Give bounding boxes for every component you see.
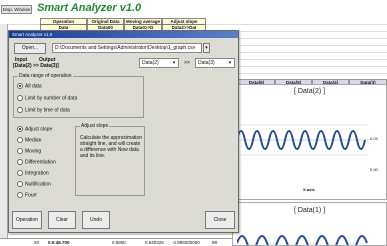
range-option-all[interactable]: All data [17, 83, 42, 89]
mapping-label: [Data(2) >> Data(3)] [13, 63, 59, 69]
cell-value: 88 [212, 240, 218, 245]
radio-icon [17, 170, 23, 176]
operation-option-moving[interactable]: Moving [17, 148, 41, 154]
range-option-number[interactable]: Limit by number of data [17, 95, 77, 101]
output-data-select-value: Data(3) [198, 60, 215, 66]
open-file-button[interactable]: Open... [14, 43, 46, 54]
dialog-title-bar[interactable]: Smart Analyzer v1.0 [9, 31, 238, 38]
cell-time: 0.0:46.700 [48, 240, 70, 245]
y-tick-label: 0.00 [370, 167, 378, 172]
adjust-slope-description: Calculate the approximation straight lin… [80, 135, 142, 159]
radio-icon [17, 148, 23, 154]
x-axis-label: X-axis [303, 187, 315, 192]
radio-icon [17, 126, 23, 132]
radio-icon [17, 192, 23, 198]
output-data-select[interactable]: Data(3) ▾ [195, 58, 235, 68]
chevron-down-icon: ▾ [172, 60, 176, 66]
chart-data1-plot [237, 235, 368, 245]
chevron-down-icon: ▾ [228, 60, 232, 66]
operation-button[interactable]: Operation [12, 211, 42, 229]
row-header-strip [0, 24, 8, 246]
file-path-field[interactable]: D:\Documents and Settings\Administrator\… [52, 43, 202, 53]
cell-value: 0.640325 [145, 240, 164, 245]
close-button[interactable]: Close [205, 211, 235, 229]
app-title: Smart Analyzer v1.0 [37, 2, 142, 14]
y-tick-label: 0.03 [370, 136, 378, 141]
operation-option-differentiation[interactable]: Differentiation [17, 159, 56, 165]
data-row[interactable]: 20 0.0:46.700 0.6900 0.640325 -2.9993000… [0, 238, 232, 246]
operation-option-nultification[interactable]: Nultification [17, 181, 51, 187]
input-data-select[interactable]: Data(2) ▾ [139, 58, 179, 68]
radio-icon [17, 83, 23, 89]
range-option-time[interactable]: Limit by time of data [17, 107, 70, 113]
file-path-dropdown-button[interactable]: ▾ [203, 43, 210, 53]
chart-data2-plot [237, 124, 369, 156]
radio-icon [17, 159, 23, 165]
cell-value: -2.999300000 [172, 240, 200, 245]
chart-title: [ Data(1) ] [293, 207, 326, 214]
display-window-button[interactable]: Disp. Window [1, 5, 32, 14]
operation-option-median[interactable]: Median [17, 137, 41, 143]
operation-dialog: Smart Analyzer v1.0 Open... D:\Documents… [8, 30, 239, 233]
radio-icon [17, 95, 23, 101]
input-data-select-value: Data(2) [142, 60, 159, 66]
radio-icon [17, 181, 23, 187]
data-range-group: Data range of operation All data Limit b… [13, 73, 144, 118]
undo-button[interactable]: Undo [82, 211, 110, 229]
radio-icon [17, 137, 23, 143]
series-line [237, 235, 368, 245]
adjust-slope-group-label: Adjust slope [80, 123, 110, 129]
arrow-label: >> [184, 60, 190, 66]
operation-option-integration[interactable]: Integration [17, 170, 49, 176]
chart-data1: [ Data(1) ] [232, 202, 387, 246]
operation-option-adjust-slope[interactable]: Adjust slope [17, 126, 52, 132]
chart-title: [ Data(2) ] [293, 88, 326, 95]
radio-icon [17, 107, 23, 113]
chart-data2: [ Data(2) ] 0.03 0.00 X-axis [232, 84, 387, 200]
clear-button[interactable]: Clear [48, 211, 76, 229]
data-range-group-label: Data range of operation [18, 73, 73, 79]
cell-value: 0.6900 [112, 240, 126, 245]
row-number: 20 [34, 240, 40, 245]
operation-option-fourr[interactable]: Fourr [17, 192, 37, 198]
adjust-slope-group: Adjust slope Calculate the approximation… [75, 123, 145, 196]
chevron-down-icon: ▾ [205, 45, 208, 51]
